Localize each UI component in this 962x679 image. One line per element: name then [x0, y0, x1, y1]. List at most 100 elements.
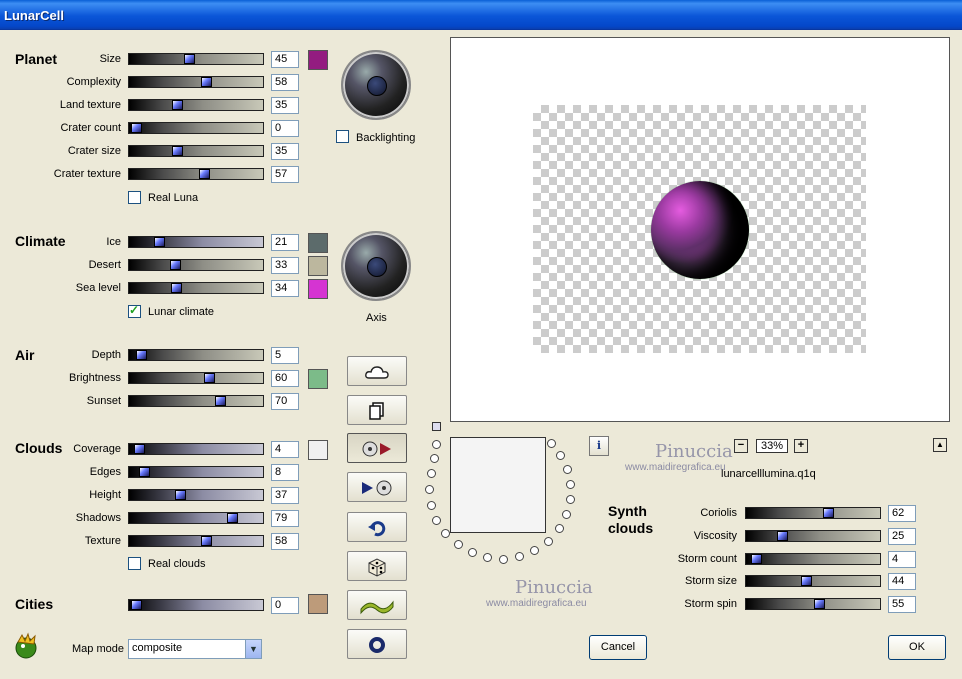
- slider-thumb[interactable]: [199, 169, 210, 179]
- copy-tool-button[interactable]: [347, 395, 407, 425]
- shadows-value[interactable]: 79: [271, 510, 299, 527]
- planet-color-swatch[interactable]: [308, 50, 328, 70]
- slider-thumb[interactable]: [201, 536, 212, 546]
- brightness-slider[interactable]: [128, 372, 264, 384]
- light-direction-knob[interactable]: [341, 50, 411, 120]
- height-value[interactable]: 37: [271, 487, 299, 504]
- crater-count-value[interactable]: 0: [271, 120, 299, 137]
- axis-knob[interactable]: [341, 231, 411, 301]
- slider-thumb[interactable]: [131, 123, 142, 133]
- crater-texture-value[interactable]: 57: [271, 166, 299, 183]
- coverage-value[interactable]: 4: [271, 441, 299, 458]
- depth-value[interactable]: 5: [271, 347, 299, 364]
- dial-dot[interactable]: [566, 480, 575, 489]
- slider-thumb[interactable]: [184, 54, 195, 64]
- land-texture-value[interactable]: 35: [271, 97, 299, 114]
- slider-thumb[interactable]: [751, 554, 762, 564]
- land-texture-slider[interactable]: [128, 99, 264, 111]
- slider-thumb[interactable]: [171, 283, 182, 293]
- play-cd-button[interactable]: [347, 433, 407, 463]
- dial-dot[interactable]: [515, 552, 524, 561]
- dial-start-marker[interactable]: [432, 422, 441, 431]
- cities-slider[interactable]: [128, 599, 264, 611]
- depth-slider[interactable]: [128, 349, 264, 361]
- play-disc-button[interactable]: [347, 472, 407, 502]
- terrain-button[interactable]: [347, 590, 407, 620]
- dial-dot[interactable]: [566, 495, 575, 504]
- map-mode-select[interactable]: composite ▼: [128, 639, 262, 659]
- dial-dot[interactable]: [432, 440, 441, 449]
- slider-thumb[interactable]: [139, 467, 150, 477]
- lunar-climate-checkbox[interactable]: ✓: [128, 303, 141, 318]
- chevron-down-icon[interactable]: ▼: [245, 640, 261, 658]
- dial-dot[interactable]: [425, 485, 434, 494]
- viscosity-slider[interactable]: [745, 530, 881, 542]
- slider-thumb[interactable]: [172, 100, 183, 110]
- slider-thumb[interactable]: [170, 260, 181, 270]
- slider-thumb[interactable]: [814, 599, 825, 609]
- storm-size-slider[interactable]: [745, 575, 881, 587]
- crater-count-slider[interactable]: [128, 122, 264, 134]
- dial-dot[interactable]: [556, 451, 565, 460]
- slider-thumb[interactable]: [215, 396, 226, 406]
- storm-count-value[interactable]: 4: [888, 551, 916, 568]
- cities-value[interactable]: 0: [271, 597, 299, 614]
- clouds-color-swatch[interactable]: [308, 440, 328, 460]
- dial-dot[interactable]: [441, 529, 450, 538]
- dial-dot[interactable]: [563, 465, 572, 474]
- size-slider[interactable]: [128, 53, 264, 65]
- slider-thumb[interactable]: [136, 350, 147, 360]
- coriolis-value[interactable]: 62: [888, 505, 916, 522]
- sea-color-swatch[interactable]: [308, 279, 328, 299]
- shadows-slider[interactable]: [128, 512, 264, 524]
- slider-thumb[interactable]: [131, 600, 142, 610]
- info-button[interactable]: i: [589, 436, 609, 456]
- coriolis-slider[interactable]: [745, 507, 881, 519]
- crater-size-value[interactable]: 35: [271, 143, 299, 160]
- slider-thumb[interactable]: [823, 508, 834, 518]
- slider-thumb[interactable]: [777, 531, 788, 541]
- storm-count-slider[interactable]: [745, 553, 881, 565]
- ice-value[interactable]: 21: [271, 234, 299, 251]
- ice-color-swatch[interactable]: [308, 233, 328, 253]
- dial-dot[interactable]: [530, 546, 539, 555]
- slider-thumb[interactable]: [134, 444, 145, 454]
- storm-spin-value[interactable]: 55: [888, 596, 916, 613]
- dial-dot[interactable]: [454, 540, 463, 549]
- slider-thumb[interactable]: [172, 146, 183, 156]
- slider-thumb[interactable]: [227, 513, 238, 523]
- sea-level-value[interactable]: 34: [271, 280, 299, 297]
- desert-value[interactable]: 33: [271, 257, 299, 274]
- slider-thumb[interactable]: [204, 373, 215, 383]
- dial-dot[interactable]: [432, 516, 441, 525]
- dial-dot[interactable]: [544, 537, 553, 546]
- collapse-button[interactable]: ▲: [933, 438, 947, 452]
- edges-slider[interactable]: [128, 466, 264, 478]
- slider-thumb[interactable]: [154, 237, 165, 247]
- brightness-value[interactable]: 60: [271, 370, 299, 387]
- real-clouds-checkbox[interactable]: [128, 557, 141, 570]
- ice-slider[interactable]: [128, 236, 264, 248]
- size-value[interactable]: 45: [271, 51, 299, 68]
- backlighting-checkbox[interactable]: [336, 130, 349, 143]
- storm-spin-slider[interactable]: [745, 598, 881, 610]
- crater-texture-slider[interactable]: [128, 168, 264, 180]
- dial-dot[interactable]: [468, 548, 477, 557]
- dial-dot[interactable]: [427, 469, 436, 478]
- slider-thumb[interactable]: [175, 490, 186, 500]
- air-color-swatch[interactable]: [308, 369, 328, 389]
- texture-value[interactable]: 58: [271, 533, 299, 550]
- sunset-slider[interactable]: [128, 395, 264, 407]
- viscosity-value[interactable]: 25: [888, 528, 916, 545]
- crater-size-slider[interactable]: [128, 145, 264, 157]
- sunset-value[interactable]: 70: [271, 393, 299, 410]
- desert-slider[interactable]: [128, 259, 264, 271]
- ok-button[interactable]: OK: [888, 635, 946, 660]
- complexity-slider[interactable]: [128, 76, 264, 88]
- real-luna-checkbox[interactable]: [128, 191, 141, 204]
- dial-dot[interactable]: [547, 439, 556, 448]
- dial-dot[interactable]: [483, 553, 492, 562]
- dial-dot[interactable]: [555, 524, 564, 533]
- zoom-in-button[interactable]: +: [794, 439, 808, 453]
- height-slider[interactable]: [128, 489, 264, 501]
